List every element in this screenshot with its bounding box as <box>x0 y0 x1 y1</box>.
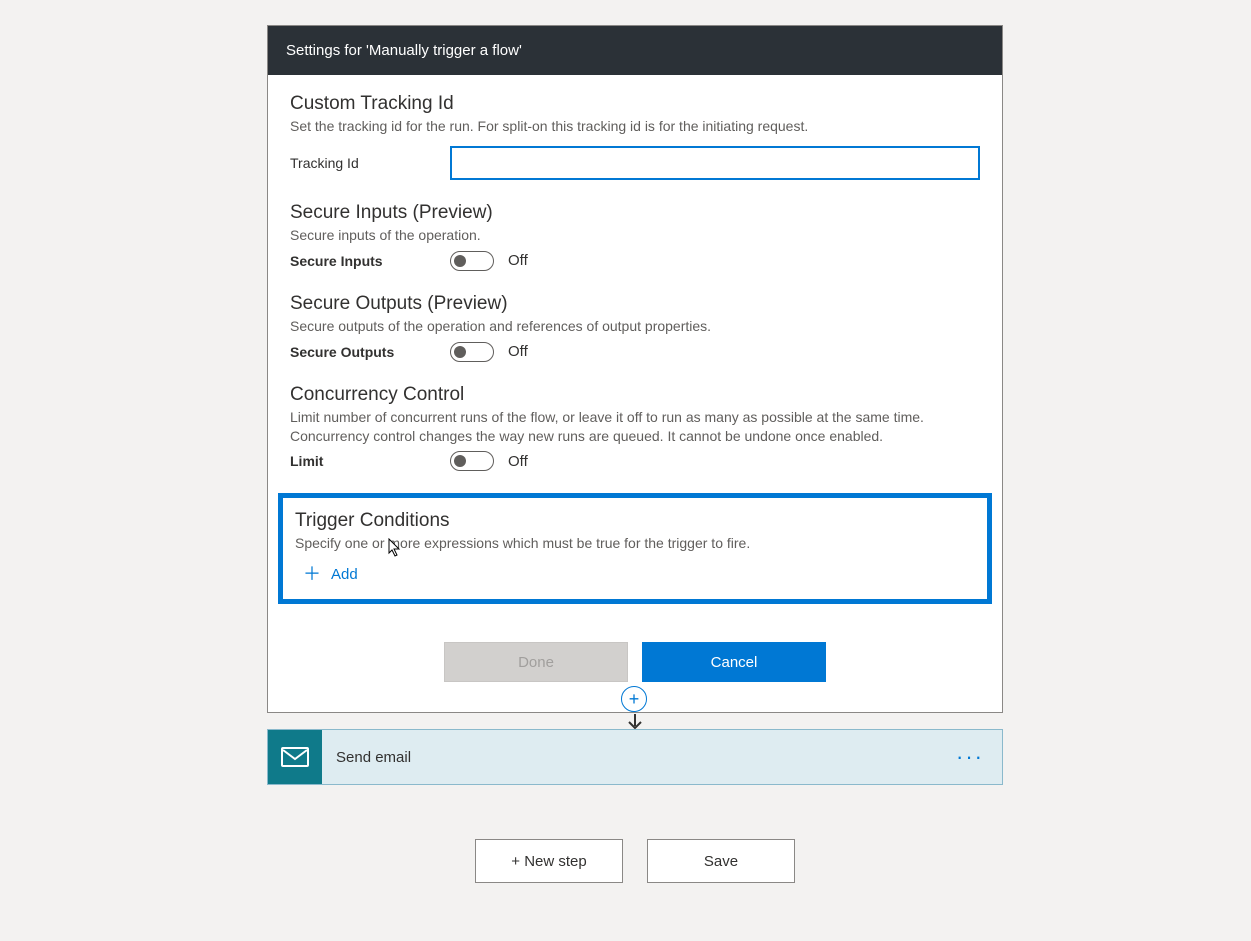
secure-inputs-desc: Secure inputs of the operation. <box>290 226 980 245</box>
concurrency-label: Limit <box>290 453 450 469</box>
section-trigger-conditions: Trigger Conditions Specify one or more e… <box>278 493 992 604</box>
concurrency-state: Off <box>508 453 528 470</box>
tracking-title: Custom Tracking Id <box>290 93 980 115</box>
tracking-row: Tracking Id <box>290 146 980 180</box>
settings-body: Custom Tracking Id Set the tracking id f… <box>268 75 1002 712</box>
secure-outputs-label: Secure Outputs <box>290 344 450 360</box>
secure-inputs-title: Secure Inputs (Preview) <box>290 202 980 224</box>
concurrency-title: Concurrency Control <box>290 384 980 406</box>
action-more-button[interactable]: ··· <box>956 746 1002 768</box>
secure-outputs-title: Secure Outputs (Preview) <box>290 293 980 315</box>
secure-outputs-desc: Secure outputs of the operation and refe… <box>290 317 980 336</box>
settings-panel: Settings for 'Manually trigger a flow' C… <box>267 25 1003 713</box>
secure-inputs-row: Secure Inputs Off <box>290 251 980 271</box>
tracking-label: Tracking Id <box>290 155 450 171</box>
secure-inputs-state: Off <box>508 252 528 269</box>
secure-inputs-toggle[interactable] <box>450 251 494 271</box>
secure-inputs-label: Secure Inputs <box>290 253 450 269</box>
section-secure-outputs: Secure Outputs (Preview) Secure outputs … <box>290 293 980 362</box>
secure-outputs-row: Secure Outputs Off <box>290 342 980 362</box>
concurrency-row: Limit Off <box>290 451 980 471</box>
plus-icon: ＋ <box>303 565 321 583</box>
trigger-conditions-desc: Specify one or more expressions which mu… <box>295 534 975 553</box>
secure-outputs-state: Off <box>508 343 528 360</box>
section-tracking: Custom Tracking Id Set the tracking id f… <box>290 93 980 180</box>
add-condition-button[interactable]: ＋ Add <box>303 565 358 583</box>
section-concurrency: Concurrency Control Limit number of conc… <box>290 384 980 472</box>
save-button[interactable]: Save <box>647 839 795 883</box>
insert-step-button[interactable]: + <box>621 686 647 712</box>
tracking-id-input[interactable] <box>450 146 980 180</box>
secure-outputs-toggle[interactable] <box>450 342 494 362</box>
concurrency-toggle[interactable] <box>450 451 494 471</box>
mail-icon <box>268 730 322 784</box>
new-step-button[interactable]: + New step <box>475 839 623 883</box>
add-label: Add <box>331 566 358 583</box>
section-secure-inputs: Secure Inputs (Preview) Secure inputs of… <box>290 202 980 271</box>
cancel-button[interactable]: Cancel <box>642 642 826 682</box>
trigger-conditions-title: Trigger Conditions <box>295 510 975 532</box>
panel-title: Settings for 'Manually trigger a flow' <box>286 42 522 59</box>
bottom-buttons: + New step Save <box>475 839 795 883</box>
settings-header: Settings for 'Manually trigger a flow' <box>268 26 1002 75</box>
action-card-send-email[interactable]: Send email ··· <box>267 729 1003 785</box>
concurrency-desc: Limit number of concurrent runs of the f… <box>290 408 980 446</box>
action-label: Send email <box>322 749 956 766</box>
tracking-desc: Set the tracking id for the run. For spl… <box>290 117 980 136</box>
done-button[interactable]: Done <box>444 642 628 682</box>
